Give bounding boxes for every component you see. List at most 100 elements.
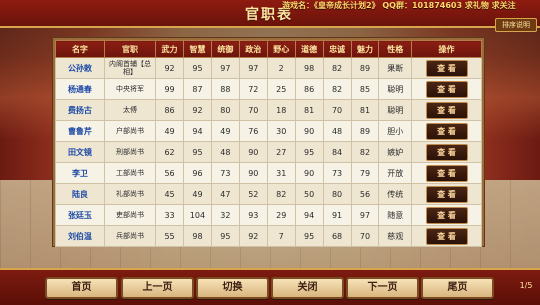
row-zhihui: 96	[183, 162, 212, 184]
row-yexin: 30	[266, 120, 296, 142]
row-action-cell: 查 看	[411, 204, 482, 226]
row-xingge: 开放	[378, 162, 413, 184]
row-zhengzhi: 90	[238, 141, 268, 163]
row-wuli: 49	[155, 120, 184, 142]
row-wuli: 56	[155, 162, 184, 184]
view-button[interactable]: 查 看	[425, 143, 468, 161]
row-post: 吏部尚书	[103, 204, 157, 226]
col-header-zhongcheng: 忠诚	[322, 40, 352, 58]
row-zhengzhi: 97	[238, 57, 268, 79]
row-zhihui: 104	[183, 204, 212, 226]
view-button[interactable]: 查 看	[425, 227, 468, 245]
col-header-tongyu: 统御	[210, 40, 240, 58]
row-zhongcheng: 82	[322, 57, 352, 79]
row-meili: 56	[350, 183, 380, 205]
row-meili: 70	[350, 225, 380, 247]
row-name[interactable]: 张廷玉	[55, 204, 105, 226]
row-yexin: 27	[266, 141, 296, 163]
view-button[interactable]: 查 看	[425, 122, 468, 140]
row-action-cell: 查 看	[411, 78, 482, 100]
row-tongyu: 48	[210, 141, 240, 163]
next-page-button[interactable]: 下一页	[346, 277, 419, 299]
row-xingge: 慈观	[378, 225, 413, 247]
row-xingge: 胆小	[378, 120, 413, 142]
row-xingge: 传统	[378, 183, 413, 205]
row-zhongcheng: 82	[322, 78, 352, 100]
table-row: 费扬古 太傅 86 92 80 70 18 81 70 81 聪明 查 看	[55, 99, 482, 121]
view-button[interactable]: 查 看	[425, 101, 468, 119]
row-yexin: 18	[266, 99, 296, 121]
row-meili: 89	[350, 57, 380, 79]
row-tongyu: 47	[210, 183, 240, 205]
row-action-cell: 查 看	[411, 183, 482, 205]
col-header-zhihui: 智慧	[183, 40, 212, 58]
row-post: 工部尚书	[103, 162, 157, 184]
view-button[interactable]: 查 看	[425, 206, 468, 224]
row-zhengzhi: 72	[238, 78, 268, 100]
row-daode: 86	[294, 78, 324, 100]
row-action-cell: 查 看	[411, 99, 482, 121]
row-wuli: 92	[155, 57, 184, 79]
row-tongyu: 80	[210, 99, 240, 121]
row-name[interactable]: 杨通春	[55, 78, 105, 100]
col-header-name: 名字	[55, 40, 105, 58]
row-wuli: 45	[155, 183, 184, 205]
row-yexin: 31	[266, 162, 296, 184]
row-wuli: 33	[155, 204, 184, 226]
row-post: 太傅	[103, 99, 157, 121]
row-xingge: 聪明	[378, 78, 413, 100]
view-button[interactable]: 查 看	[425, 185, 468, 203]
toggle-button[interactable]: 切换	[196, 277, 269, 299]
row-action-cell: 查 看	[411, 225, 482, 247]
row-yexin: 82	[266, 183, 296, 205]
row-zhihui: 92	[183, 99, 212, 121]
row-zhengzhi: 76	[238, 120, 268, 142]
row-name[interactable]: 田文镜	[55, 141, 105, 163]
first-page-button[interactable]: 首页	[45, 277, 118, 299]
col-header-zhengzhi: 政治	[238, 40, 268, 58]
row-name[interactable]: 陆良	[55, 183, 105, 205]
view-button[interactable]: 查 看	[425, 80, 468, 98]
row-zhongcheng: 48	[322, 120, 352, 142]
row-zhongcheng: 84	[322, 141, 352, 163]
last-page-button[interactable]: 尾页	[421, 277, 494, 299]
row-daode: 95	[294, 225, 324, 247]
row-tongyu: 32	[210, 204, 240, 226]
row-zhongcheng: 68	[322, 225, 352, 247]
col-header-post: 官职	[103, 40, 157, 58]
table-row: 陆良 礼部尚书 45 49 47 52 82 50 80 56 传统 查 看	[55, 183, 482, 205]
row-name[interactable]: 公孙敕	[55, 57, 105, 79]
row-daode: 95	[294, 141, 324, 163]
row-name[interactable]: 李卫	[55, 162, 105, 184]
row-zhihui: 95	[183, 57, 212, 79]
row-post: 兵部尚书	[103, 225, 157, 247]
close-button[interactable]: 关闭	[271, 277, 344, 299]
row-zhengzhi: 52	[238, 183, 268, 205]
row-wuli: 62	[155, 141, 184, 163]
row-tongyu: 97	[210, 57, 240, 79]
view-button[interactable]: 查 看	[425, 164, 468, 182]
row-daode: 94	[294, 204, 324, 226]
notice-text: 游戏名：《皇帝成长计划2》 QQ群：101874603 求礼物 求关注	[282, 1, 516, 10]
official-table: 名字 官职 武力 智慧 统御 政治 野心 道德 忠诚 魅力 性格 操作 公孙敕 …	[55, 40, 482, 247]
row-name[interactable]: 刘伯温	[55, 225, 105, 247]
row-zhengzhi: 92	[238, 225, 268, 247]
row-name[interactable]: 曹鲁芹	[55, 120, 105, 142]
row-tongyu: 95	[210, 225, 240, 247]
rules-button[interactable]: 排序说明	[495, 18, 537, 32]
table-row: 公孙敕 内阁首辅【总相】 92 95 97 97 2 98 82 89 果断 查…	[55, 57, 482, 79]
table-row: 刘伯温 兵部尚书 55 98 95 92 7 95 68 70 慈观 查 看	[55, 225, 482, 247]
view-button[interactable]: 查 看	[425, 59, 468, 77]
row-daode: 81	[294, 99, 324, 121]
row-xingge: 聪明	[378, 99, 413, 121]
row-action-cell: 查 看	[411, 141, 482, 163]
row-xingge: 果断	[378, 57, 413, 79]
row-daode: 98	[294, 57, 324, 79]
row-daode: 50	[294, 183, 324, 205]
row-yexin: 25	[266, 78, 296, 100]
row-zhihui: 94	[183, 120, 212, 142]
row-name[interactable]: 费扬古	[55, 99, 105, 121]
row-meili: 89	[350, 120, 380, 142]
prev-page-button[interactable]: 上一页	[121, 277, 194, 299]
row-xingge: 嫉妒	[378, 141, 413, 163]
